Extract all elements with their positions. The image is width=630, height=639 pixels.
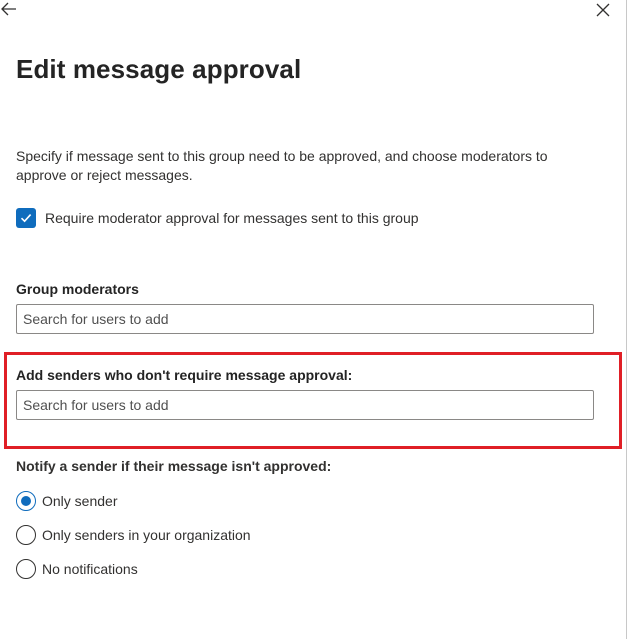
exempt-senders-label: Add senders who don't require message ap… (16, 367, 353, 383)
close-icon (596, 3, 610, 17)
group-moderators-label: Group moderators (16, 281, 139, 297)
page-title: Edit message approval (16, 54, 302, 84)
radio-only-senders-in-org-label: Only senders in your organization (42, 527, 251, 543)
group-moderators-search-input[interactable] (16, 304, 594, 334)
radio-only-senders-in-org[interactable]: Only senders in your organization (16, 525, 251, 545)
exempt-senders-search-input[interactable] (16, 390, 594, 420)
close-button[interactable] (594, 1, 612, 19)
radio-no-notifications[interactable]: No notifications (16, 559, 138, 579)
radio-dot (21, 496, 31, 506)
panel-right-border (626, 0, 627, 639)
radio-only-sender[interactable]: Only sender (16, 491, 117, 511)
radio-button[interactable] (16, 559, 36, 579)
require-approval-checkbox[interactable]: Require moderator approval for messages … (16, 208, 419, 228)
notify-sender-label: Notify a sender if their message isn't a… (16, 458, 332, 474)
description-text: Specify if message sent to this group ne… (16, 148, 548, 183)
arrow-left-icon (1, 2, 16, 16)
back-button[interactable] (0, 0, 20, 18)
checkmark-icon (20, 214, 32, 223)
require-approval-label: Require moderator approval for messages … (45, 210, 419, 226)
checkbox-checked[interactable] (16, 208, 36, 228)
radio-button-selected[interactable] (16, 491, 36, 511)
radio-button[interactable] (16, 525, 36, 545)
radio-no-notifications-label: No notifications (42, 561, 138, 577)
radio-only-sender-label: Only sender (42, 493, 118, 509)
